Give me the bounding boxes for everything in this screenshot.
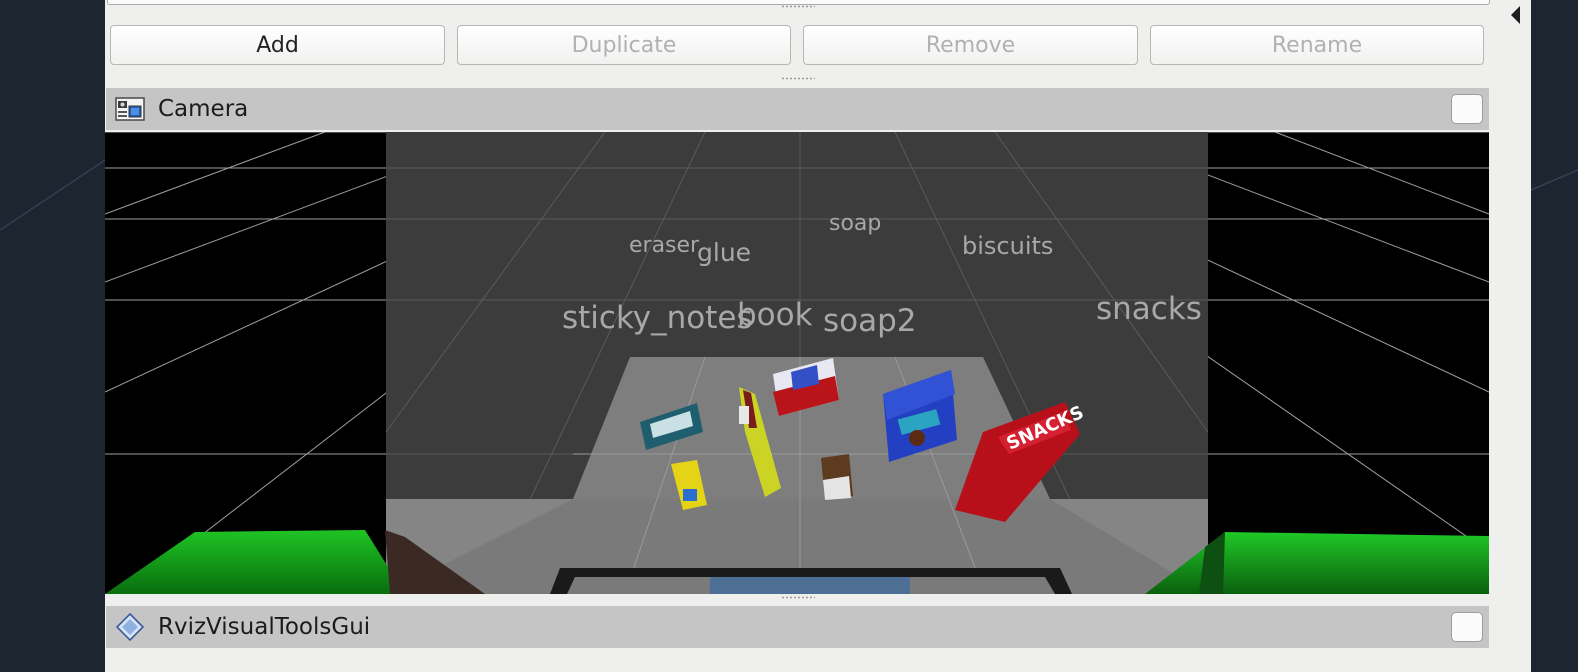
diamond-icon bbox=[114, 612, 146, 642]
label-snacks: snacks bbox=[1096, 291, 1202, 327]
camera-display-icon bbox=[114, 94, 146, 124]
label-glue: glue bbox=[697, 238, 752, 267]
camera-viewport[interactable]: SNACKS eraser glue soap biscuits sticky_… bbox=[105, 132, 1489, 594]
label-soap: soap bbox=[829, 211, 882, 236]
splitter-handle[interactable] bbox=[781, 77, 815, 80]
tools-gui-title-bar[interactable]: RvizVisualToolsGui bbox=[106, 606, 1489, 648]
tools-gui-float-button[interactable] bbox=[1451, 612, 1483, 642]
remove-button[interactable]: Remove bbox=[803, 25, 1138, 65]
label-book: book bbox=[737, 297, 813, 333]
displays-panel: Add Duplicate Remove Rename Camera SNACK… bbox=[105, 0, 1496, 672]
left-bin bbox=[105, 530, 405, 594]
tools-gui-title: RvizVisualToolsGui bbox=[158, 614, 371, 640]
camera-float-button[interactable] bbox=[1451, 94, 1483, 124]
left-background bbox=[0, 0, 105, 672]
label-sticky-notes: sticky_notes bbox=[562, 300, 753, 336]
camera-title: Camera bbox=[158, 96, 249, 122]
label-eraser: eraser bbox=[629, 233, 700, 258]
camera-title-bar[interactable]: Camera bbox=[106, 88, 1489, 130]
collapse-arrow-icon[interactable] bbox=[1511, 6, 1520, 24]
right-background bbox=[1531, 0, 1578, 672]
duplicate-button[interactable]: Duplicate bbox=[457, 25, 791, 65]
rename-button[interactable]: Rename bbox=[1150, 25, 1484, 65]
add-button[interactable]: Add bbox=[110, 25, 445, 65]
splitter-handle[interactable] bbox=[781, 596, 815, 599]
object-soap bbox=[821, 454, 853, 500]
label-biscuits: biscuits bbox=[962, 232, 1054, 260]
splitter-handle[interactable] bbox=[781, 5, 815, 8]
label-soap2: soap2 bbox=[823, 303, 917, 339]
camera-scene: SNACKS bbox=[105, 132, 1489, 594]
right-dock-strip bbox=[1496, 0, 1531, 672]
